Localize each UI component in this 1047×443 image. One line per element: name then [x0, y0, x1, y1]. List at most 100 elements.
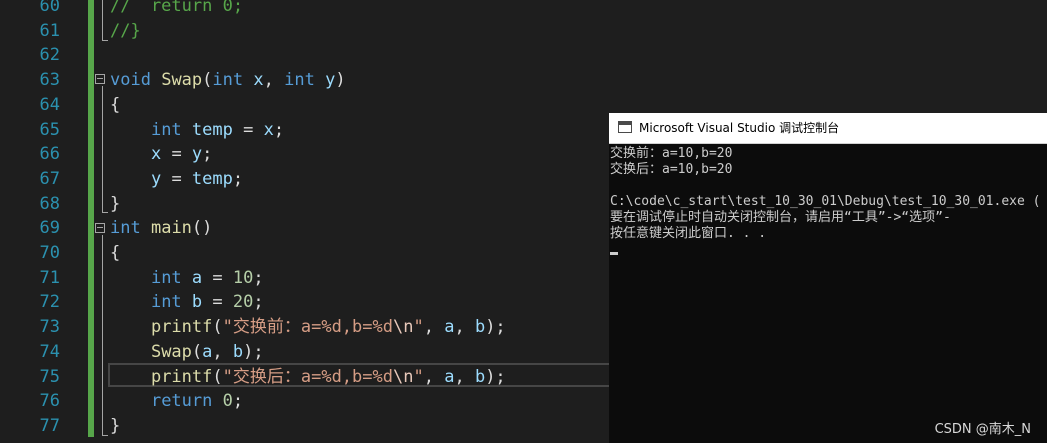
code-line[interactable]: Swap(a, b);	[110, 340, 264, 364]
line-number: 69	[39, 218, 60, 238]
code-token: y	[191, 144, 203, 164]
code-token: temp	[191, 169, 233, 189]
code-token: \n	[392, 317, 414, 337]
line-number: 71	[39, 268, 60, 288]
code-token: "交换前：a=%d,b=%d	[222, 317, 393, 337]
code-line[interactable]: return 0;	[110, 389, 243, 413]
code-token: // return 0;	[110, 0, 244, 16]
code-token: int	[150, 292, 182, 312]
code-token: b	[474, 367, 486, 387]
code-token: {	[110, 243, 121, 263]
code-token: ;	[202, 144, 213, 164]
code-token: Swap	[161, 70, 203, 90]
outline-guide-swap	[102, 86, 103, 212]
collapse-toggle-main[interactable]	[95, 223, 105, 233]
line-number: 66	[39, 144, 60, 164]
line-number: 60	[39, 0, 60, 16]
code-line[interactable]: int main()	[110, 216, 212, 240]
line-number: 76	[39, 391, 60, 411]
code-line[interactable]: printf("交换前：a=%d,b=%d\n", a, b);	[110, 315, 506, 339]
code-line[interactable]: x = y;	[110, 142, 212, 166]
console-cursor	[610, 252, 618, 255]
console-line: 交换前：a=10,b=20	[610, 146, 733, 161]
code-line[interactable]: void Swap(int x, int y)	[110, 68, 346, 92]
code-token: x	[253, 70, 264, 90]
code-token: );	[485, 367, 506, 387]
code-token: );	[243, 342, 264, 362]
code-token: ,	[423, 367, 445, 387]
code-token: x	[150, 144, 162, 164]
code-token: 0	[222, 391, 233, 411]
code-line[interactable]: int b = 20;	[110, 290, 264, 314]
outline-guide-end	[102, 212, 108, 213]
code-line[interactable]: printf("交换后：a=%d,b=%d\n", a, b);	[110, 365, 506, 389]
code-token: void	[110, 70, 151, 90]
console-title-bar[interactable]: Microsoft Visual Studio 调试控制台	[609, 113, 1047, 144]
line-number: 64	[39, 95, 60, 115]
code-token: a	[191, 268, 203, 288]
code-token: main	[150, 218, 192, 238]
code-token: "交换后：a=%d,b=%d	[222, 367, 393, 387]
code-line[interactable]: y = temp;	[110, 167, 243, 191]
code-token: Swap	[150, 342, 192, 362]
code-token: ;	[273, 120, 285, 140]
code-token: printf	[150, 367, 213, 387]
code-token: int	[284, 70, 315, 90]
code-token: ,	[454, 317, 475, 337]
code-token: ;	[253, 292, 264, 312]
code-token: return	[150, 391, 213, 411]
code-token: }	[110, 416, 121, 436]
code-token: ()	[191, 218, 213, 238]
console-output[interactable]: 交换前：a=10,b=20 交换后：a=10,b=20 C:\code\c_st…	[609, 144, 1047, 443]
console-line: 交换后：a=10,b=20	[610, 162, 733, 177]
line-number: 62	[39, 45, 60, 65]
code-token: (	[212, 317, 223, 337]
line-number: 70	[39, 243, 60, 263]
line-number: 67	[39, 169, 60, 189]
code-line[interactable]: }	[110, 192, 120, 216]
code-line[interactable]: {	[110, 241, 120, 265]
code-token: int	[212, 70, 244, 90]
code-line[interactable]: int temp = x;	[110, 118, 284, 142]
code-token: b	[232, 342, 244, 362]
code-token: 20	[232, 292, 254, 312]
line-number: 74	[39, 342, 60, 362]
code-token: int	[150, 120, 182, 140]
line-number: 73	[39, 317, 60, 337]
code-line[interactable]: int a = 10;	[110, 266, 264, 290]
code-token: ;	[232, 391, 244, 411]
code-token: y	[325, 70, 336, 90]
code-token: =	[161, 144, 192, 164]
change-tracking-bar	[88, 0, 94, 437]
code-token: //}	[110, 21, 141, 41]
code-line[interactable]: {	[110, 93, 120, 117]
code-token: int	[110, 218, 141, 238]
line-number: 65	[39, 120, 60, 140]
code-token: ;	[253, 268, 264, 288]
code-token: =	[161, 169, 192, 189]
line-number: 72	[39, 292, 60, 312]
code-token: x	[263, 120, 274, 140]
code-token: "	[413, 317, 424, 337]
code-token: b	[191, 292, 203, 312]
collapse-toggle-swap[interactable]	[95, 74, 105, 84]
code-line[interactable]: // return 0;	[110, 0, 243, 18]
outline-guide-comment	[102, 0, 103, 40]
code-line[interactable]: //}	[110, 19, 141, 43]
console-window-icon	[618, 121, 632, 133]
code-token: ,	[212, 342, 233, 362]
code-line[interactable]: }	[110, 414, 120, 438]
debug-console-window[interactable]: Microsoft Visual Studio 调试控制台 交换前：a=10,b…	[609, 113, 1047, 443]
line-number: 61	[39, 21, 60, 41]
code-token: int	[150, 268, 182, 288]
